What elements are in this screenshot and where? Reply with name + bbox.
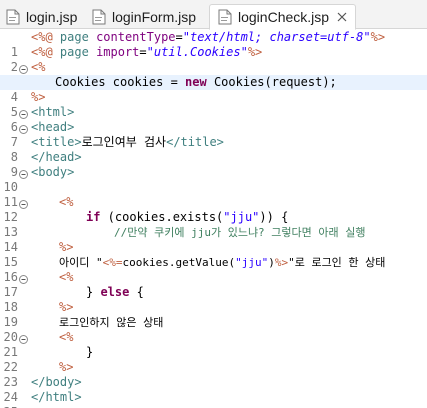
directive-name: page: [59, 30, 89, 44]
jsp-delimiter: <%: [59, 270, 74, 284]
html-tag: <body>: [31, 165, 75, 179]
tab-login-jsp[interactable]: login.jsp: [6, 5, 77, 29]
html-tag: </title>: [166, 135, 224, 149]
equals-sign: =: [175, 30, 183, 44]
code-comment: //만약 쿠키에 jju가 있느냐? 그렇다면 아래 실행: [114, 226, 366, 239]
html-tag: <title>: [31, 135, 82, 149]
code-text: (cookies.exists(: [100, 210, 224, 224]
html-tag: </html>: [31, 390, 82, 404]
tab-label: loginForm.jsp: [112, 9, 197, 25]
code-line: 18 } else {: [0, 285, 427, 314]
code-text: cookies.getValue(: [122, 256, 236, 269]
code-line: 7 <head>: [0, 120, 427, 149]
string-literal: "jju": [235, 256, 269, 269]
code-line: 25 </html>: [0, 390, 427, 408]
code-line: 10 <body>: [0, 165, 427, 194]
tab-logincheck-jsp[interactable]: loginCheck.jsp: [209, 4, 357, 30]
code-text: "로 로그인 한 상태: [288, 256, 386, 269]
code-line: 11: [0, 180, 427, 209]
jsp-delimiter: %>: [59, 360, 74, 374]
code-text: 로그인하지 않은 상태: [59, 316, 164, 329]
code-line: 5 %>: [0, 90, 427, 119]
keyword: else: [100, 285, 130, 299]
code-line: 16 아이디 "<%=cookies.getValue("jju")%>"로 로…: [0, 255, 427, 284]
code-editor[interactable]: 1 <%@ page contentType="text/html; chars…: [0, 30, 427, 408]
attribute-value: "util.Cookies": [146, 45, 248, 59]
code-line: 21 <%: [0, 330, 427, 359]
html-tag: </body>: [31, 375, 82, 389]
code-text: }: [86, 285, 101, 299]
jsp-file-icon: [92, 9, 106, 25]
code-line: 12 <%: [0, 195, 427, 224]
code-text: ): [268, 256, 275, 269]
fold-toggle-icon[interactable]: [19, 198, 28, 209]
code-line: 13 if (cookies.exists("jju")) {: [0, 210, 427, 239]
jsp-file-icon: [6, 9, 20, 25]
string-literal: "jju": [223, 210, 260, 224]
jsp-delimiter: <%@: [31, 30, 53, 44]
title-text: 로그인여부 검사: [81, 135, 167, 149]
directive-name: page: [59, 45, 89, 59]
keyword: new: [185, 75, 207, 89]
fold-toggle-icon[interactable]: [19, 273, 28, 284]
jsp-delimiter: %>: [31, 90, 46, 104]
keyword: if: [86, 210, 101, 224]
code-text: Cookies cookies =: [55, 75, 186, 89]
code-line: 8 <title>로그인여부 검사</title>: [0, 135, 427, 164]
jsp-delimiter: %>: [247, 45, 263, 59]
jsp-delimiter: %>: [274, 256, 289, 269]
attribute-name: contentType: [96, 30, 176, 44]
html-tag: <html>: [31, 105, 75, 119]
code-line: 20 로그인하지 않은 상태: [0, 315, 427, 344]
code-text: 아이디 ": [59, 256, 103, 269]
jsp-delimiter: %>: [370, 30, 386, 44]
code-line: 1 <%@ page contentType="text/html; chars…: [0, 30, 427, 59]
jsp-delimiter: <%: [31, 60, 46, 74]
code-line: 22 }: [0, 345, 427, 374]
editor-tab-bar: login.jsp loginForm.jsp loginCheck.jsp: [0, 0, 427, 30]
html-tag: </head>: [31, 150, 82, 164]
fold-toggle-icon[interactable]: [19, 108, 28, 119]
jsp-delimiter: <%: [59, 330, 74, 344]
code-line: 3 <%: [0, 60, 427, 89]
attribute-value: "text/html; charset=utf-8": [182, 30, 371, 44]
code-line: 19 %>: [0, 300, 427, 329]
fold-toggle-icon[interactable]: [19, 63, 28, 74]
code-line: 2 <%@ page import="util.Cookies"%>: [0, 45, 427, 74]
jsp-delimiter: %>: [59, 240, 74, 254]
code-line: 15 %>: [0, 240, 427, 269]
code-text: )) {: [259, 210, 289, 224]
close-icon[interactable]: [337, 12, 347, 22]
tab-loginform-jsp[interactable]: loginForm.jsp: [92, 5, 196, 29]
code-text: Cookies(request);: [206, 75, 337, 89]
tab-label: loginCheck.jsp: [238, 9, 330, 25]
code-line: 23 %>: [0, 360, 427, 389]
jsp-delimiter: <%: [59, 195, 74, 209]
code-line: 14 //만약 쿠키에 jju가 있느냐? 그렇다면 아래 실행: [0, 225, 427, 254]
code-line: 6 <html>: [0, 105, 427, 134]
html-tag: <head>: [31, 120, 75, 134]
jsp-file-icon: [218, 9, 232, 25]
fold-toggle-icon[interactable]: [19, 333, 28, 344]
code-text: }: [86, 345, 94, 359]
code-line: 17 <%: [0, 270, 427, 299]
code-line-current: 4 Cookies cookies = new Cookies(request)…: [0, 75, 427, 104]
code-line: 24 </body>: [0, 375, 427, 404]
fold-toggle-icon[interactable]: [19, 168, 28, 179]
tab-label: login.jsp: [26, 9, 78, 25]
jsp-delimiter: <%@: [31, 45, 53, 59]
code-text: {: [129, 285, 144, 299]
fold-toggle-icon[interactable]: [19, 123, 28, 134]
jsp-delimiter: <%=: [102, 256, 123, 269]
code-line: 9 </head>: [0, 150, 427, 179]
jsp-delimiter: %>: [59, 300, 74, 314]
attribute-name: import: [96, 45, 140, 59]
equals-sign: =: [139, 45, 147, 59]
